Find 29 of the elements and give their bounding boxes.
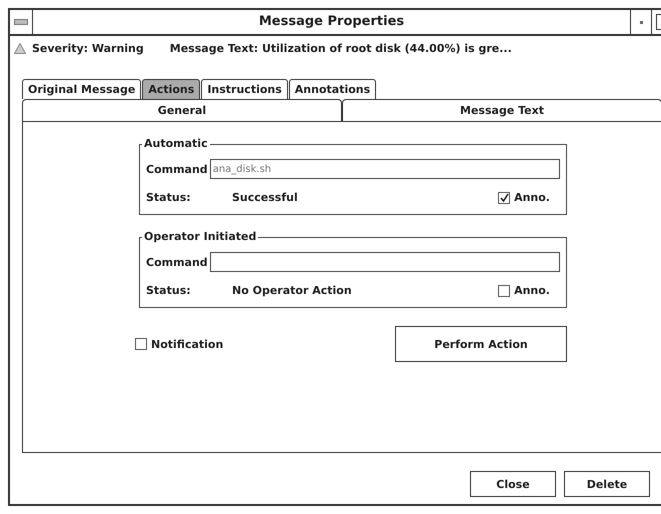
command-field[interactable] — [210, 252, 560, 272]
tab[interactable]: Message Text — [342, 99, 661, 121]
tab[interactable]: Annotations — [288, 79, 376, 99]
status-label: Status: — [146, 284, 192, 297]
checkbox[interactable] — [498, 192, 510, 204]
window-title: Message Properties — [258, 13, 406, 31]
status-value: Successful — [232, 191, 299, 204]
notification-label: Notification — [151, 338, 224, 350]
anno-label: Anno. — [514, 284, 550, 297]
status-label: Status: — [146, 191, 192, 204]
dialog-button[interactable]: Delete — [564, 471, 650, 497]
group-title: Automatic — [142, 137, 210, 150]
warning-icon — [14, 43, 26, 54]
status-value: No Operator Action — [232, 284, 353, 297]
group-title: Operator Initiated — [142, 230, 258, 243]
severity-text: Severity: Warning — [32, 42, 144, 55]
tab[interactable]: General — [22, 99, 342, 121]
dialog-button[interactable]: Close — [470, 471, 556, 497]
tab[interactable]: Actions — [142, 79, 200, 99]
perform-action-button[interactable]: Perform Action — [395, 326, 567, 362]
command-label: Command — [146, 162, 208, 176]
message-text: Message Text: Utilization of root disk (44.00%) is gre... — [170, 42, 512, 55]
checkbox[interactable] — [135, 338, 147, 350]
tab[interactable]: Original Message — [22, 79, 142, 99]
command-label: Command — [146, 256, 208, 268]
anno-label: Anno. — [514, 191, 550, 204]
checkbox[interactable] — [498, 284, 510, 296]
command-field[interactable]: ana_disk.sh — [210, 159, 560, 179]
tab[interactable]: Instructions — [201, 79, 288, 99]
